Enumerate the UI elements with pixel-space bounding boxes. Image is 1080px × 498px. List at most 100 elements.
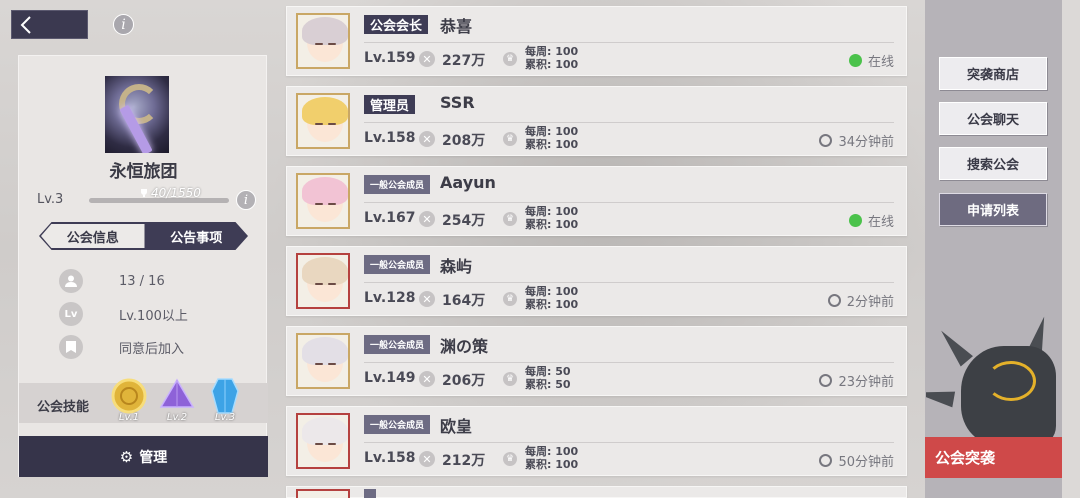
member-role: 公会会长 <box>364 15 429 34</box>
status-text: 在线 <box>867 55 894 70</box>
online-dot-icon <box>848 54 862 67</box>
offline-dot-icon <box>827 294 841 307</box>
info-icon[interactable]: i <box>113 14 134 35</box>
trophy-icon: ♛ <box>503 372 517 386</box>
member-avatar <box>296 13 350 69</box>
member-level: Lv.159 <box>364 50 416 66</box>
level-icon: Lv <box>59 302 83 326</box>
member-contribution: 每周: 100 累积: 100 <box>525 285 578 311</box>
member-role: 一般公会成员 <box>364 335 431 354</box>
skill-1-level: Lv.1 <box>118 412 140 423</box>
member-power: 206万 <box>442 373 486 389</box>
member-role: 一般公会成员 <box>364 415 431 434</box>
offline-dot-icon <box>819 134 833 147</box>
member-role <box>364 489 376 498</box>
application-list-button[interactable]: 申请列表 <box>939 193 1047 226</box>
member-avatar <box>296 253 350 309</box>
member-row[interactable]: 一般公会成员 渊の策 Lv.149 ✕ 206万 ♛ 每周: 50 累积: 50 … <box>286 326 907 396</box>
trophy-icon: ♛ <box>503 292 517 306</box>
member-power: 227万 <box>442 53 486 69</box>
purple-crystal-icon <box>159 378 195 408</box>
weekly-contribution: 每周: 100 <box>525 285 579 298</box>
member-row-partial[interactable] <box>286 486 907 498</box>
member-power: 212万 <box>442 453 486 469</box>
status-text: 23分钟前 <box>838 375 894 390</box>
join-policy: 同意后加入 <box>119 341 185 357</box>
member-level: Lv.158 <box>364 130 416 146</box>
member-level: Lv.128 <box>364 290 416 306</box>
blue-crystal-icon <box>211 378 239 414</box>
banner-icon <box>59 335 83 359</box>
skill-2-level: Lv.2 <box>166 412 188 423</box>
member-power: 254万 <box>442 213 486 229</box>
member-row[interactable]: 公会会长 恭喜 Lv.159 ✕ 227万 ♛ 每周: 100 累积: 100 在… <box>286 6 907 76</box>
level-req-row: Lv Lv.100以上 <box>59 302 188 326</box>
gold-coin-icon <box>111 378 147 414</box>
guild-name: 永恒旅团 <box>109 162 178 182</box>
member-avatar <box>296 333 350 389</box>
trophy-icon: ♛ <box>503 452 517 466</box>
member-name: 森屿 <box>440 257 473 276</box>
member-name: SSR <box>440 93 475 112</box>
status-text: 在线 <box>867 215 894 230</box>
trophy-icon: ♛ <box>503 212 517 226</box>
total-contribution: 累积: 100 <box>525 58 579 71</box>
back-button[interactable] <box>11 10 88 39</box>
power-icon: ✕ <box>419 451 435 467</box>
guild-raid-button[interactable]: 公会突袭 <box>925 437 1062 478</box>
member-contribution: 每周: 100 累积: 100 <box>525 445 578 471</box>
member-status: 在线 <box>848 211 894 230</box>
member-avatar <box>296 93 350 149</box>
skill-1[interactable]: Lv.1 <box>110 377 148 423</box>
total-contribution: 累积: 100 <box>525 218 579 231</box>
right-edge <box>1062 0 1080 498</box>
member-power: 208万 <box>442 133 486 149</box>
power-icon: ✕ <box>419 291 435 307</box>
manage-button[interactable]: ⚙ 管理 <box>19 436 268 477</box>
member-row[interactable]: 一般公会成员 森屿 Lv.128 ✕ 164万 ♛ 每周: 100 累积: 100… <box>286 246 907 316</box>
status-text: 34分钟前 <box>838 135 894 150</box>
search-guild-button[interactable]: 搜索公会 <box>939 147 1047 180</box>
raid-shop-button[interactable]: 突袭商店 <box>939 57 1047 90</box>
online-dot-icon <box>848 214 862 227</box>
xp-value: 40/1550 <box>151 186 201 200</box>
member-level: Lv.167 <box>364 210 416 226</box>
tab-announcement[interactable]: 公告事项 <box>145 222 249 250</box>
member-avatar <box>296 413 350 469</box>
power-icon: ✕ <box>419 371 435 387</box>
member-row[interactable]: 管理员 SSR Lv.158 ✕ 208万 ♛ 每周: 100 累积: 100 3… <box>286 86 907 156</box>
skill-3[interactable]: Lv.3 <box>206 377 244 423</box>
member-status: 34分钟前 <box>819 131 894 150</box>
member-contribution: 每周: 100 累积: 100 <box>525 45 578 71</box>
member-power: 164万 <box>442 293 486 309</box>
tab-guild-info[interactable]: 公会信息 <box>41 224 145 248</box>
member-avatar <box>296 489 350 498</box>
skill-2[interactable]: Lv.2 <box>158 377 196 423</box>
member-role: 管理员 <box>364 95 416 114</box>
skill-3-level: Lv.3 <box>214 412 236 423</box>
guild-tabs: 公会信息 公告事项 <box>39 222 248 250</box>
manage-label: 管理 <box>139 449 168 466</box>
member-contribution: 每周: 100 累积: 100 <box>525 125 578 151</box>
guild-info-panel: 永恒旅团 Lv.3 40/1550 i 公会信息 公告事项 13 / 16 Lv… <box>18 55 268 477</box>
member-status: 50分钟前 <box>819 451 894 470</box>
power-icon: ✕ <box>419 51 435 67</box>
member-row[interactable]: 一般公会成员 欧皇 Lv.158 ✕ 212万 ♛ 每周: 100 累积: 100… <box>286 406 907 476</box>
member-row[interactable]: 一般公会成员 Aayun Lv.167 ✕ 254万 ♛ 每周: 100 累积: … <box>286 166 907 236</box>
total-contribution: 累积: 100 <box>525 298 579 311</box>
member-name: Aayun <box>440 173 496 192</box>
join-policy-row: 同意后加入 <box>59 335 184 359</box>
guild-chat-button[interactable]: 公会聊天 <box>939 102 1047 135</box>
status-text: 2分钟前 <box>846 295 894 310</box>
member-contribution: 每周: 50 累积: 50 <box>525 365 571 391</box>
member-status: 在线 <box>848 51 894 70</box>
back-arrow-icon <box>20 15 31 34</box>
member-count: 13 / 16 <box>119 273 165 289</box>
power-icon: ✕ <box>419 211 435 227</box>
weekly-contribution: 每周: 50 <box>525 365 571 378</box>
member-role: 一般公会成员 <box>364 255 431 274</box>
member-contribution: 每周: 100 累积: 100 <box>525 205 578 231</box>
weekly-contribution: 每周: 100 <box>525 45 579 58</box>
weekly-contribution: 每周: 100 <box>525 125 579 138</box>
level-info-icon[interactable]: i <box>236 190 256 210</box>
